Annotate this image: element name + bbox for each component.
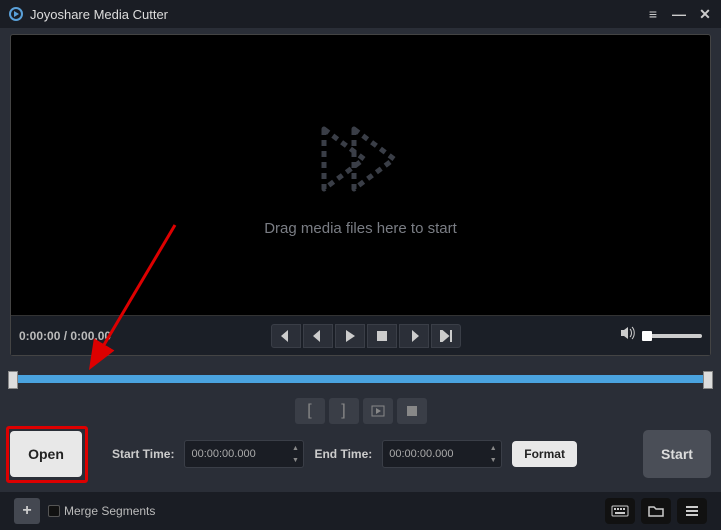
start-time-input[interactable] xyxy=(184,440,304,468)
end-time-label: End Time: xyxy=(314,447,372,461)
next-frame-button[interactable] xyxy=(431,324,461,348)
stop-button[interactable] xyxy=(367,324,397,348)
titlebar: Joyoshare Media Cutter ≡ — ✕ xyxy=(0,0,721,28)
drop-zone[interactable]: Drag media files here to start xyxy=(11,35,710,315)
app-logo-icon xyxy=(8,6,24,22)
drop-text: Drag media files here to start xyxy=(264,220,457,237)
list-button[interactable] xyxy=(677,498,707,524)
bottom-right xyxy=(605,498,707,524)
merge-segments-checkbox[interactable]: Merge Segments xyxy=(48,504,155,518)
volume-icon[interactable] xyxy=(620,326,636,345)
add-segment-button[interactable]: + xyxy=(14,498,40,524)
open-button[interactable]: Open xyxy=(10,431,82,477)
titlebar-left: Joyoshare Media Cutter xyxy=(8,6,168,22)
playback-controls: 0:00:00 / 0:00.00 xyxy=(11,315,710,355)
end-time-spinner[interactable]: ▲▼ xyxy=(486,442,500,466)
checkbox-icon[interactable] xyxy=(48,505,60,517)
prev-frame-button[interactable] xyxy=(271,324,301,348)
cut-segment-button[interactable] xyxy=(397,398,427,424)
keyboard-shortcuts-button[interactable] xyxy=(605,498,635,524)
open-folder-button[interactable] xyxy=(641,498,671,524)
preview-segment-button[interactable] xyxy=(363,398,393,424)
step-back-button[interactable] xyxy=(303,324,333,348)
placeholder-play-icon xyxy=(306,114,416,204)
start-button[interactable]: Start xyxy=(643,430,711,478)
step-forward-button[interactable] xyxy=(399,324,429,348)
volume-slider[interactable] xyxy=(642,334,702,338)
app-title: Joyoshare Media Cutter xyxy=(30,7,168,22)
timeline[interactable] xyxy=(10,364,711,394)
start-time-spinner[interactable]: ▲▼ xyxy=(288,442,302,466)
merge-label: Merge Segments xyxy=(64,504,155,518)
play-button[interactable] xyxy=(335,324,365,348)
bottom-bar: + Merge Segments xyxy=(0,492,721,530)
preview-area[interactable]: Drag media files here to start 0:00:00 /… xyxy=(10,34,711,356)
volume-control[interactable] xyxy=(620,326,702,345)
bottom-left: + Merge Segments xyxy=(14,498,155,524)
set-end-button[interactable]: ] xyxy=(329,398,359,424)
end-time-input[interactable] xyxy=(382,440,502,468)
minimize-button[interactable]: — xyxy=(671,6,687,22)
close-button[interactable]: ✕ xyxy=(697,6,713,22)
format-button[interactable]: Format xyxy=(512,441,577,467)
start-time-label: Start Time: xyxy=(112,447,174,461)
time-display: 0:00:00 / 0:00.00 xyxy=(19,329,111,343)
timeline-track[interactable] xyxy=(10,375,711,383)
window-controls: ≡ — ✕ xyxy=(645,6,713,22)
menu-icon[interactable]: ≡ xyxy=(645,6,661,22)
transport-buttons xyxy=(271,324,461,348)
set-start-button[interactable]: [ xyxy=(295,398,325,424)
trim-controls: Open Start Time: ▲▼ End Time: ▲▼ Format … xyxy=(10,424,711,484)
